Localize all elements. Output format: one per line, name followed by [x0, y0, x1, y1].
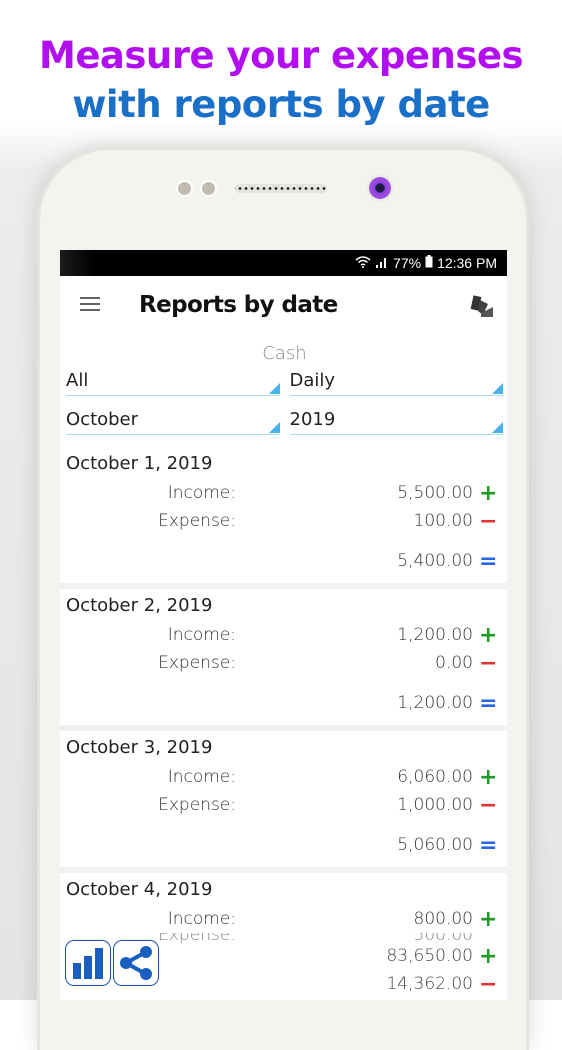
- plus-icon: +: [479, 480, 498, 506]
- promo-headline-line2: with reports by date: [72, 83, 490, 126]
- plus-icon: +: [479, 906, 498, 932]
- balance-value: 5,400.00: [397, 551, 473, 571]
- equals-icon: =: [479, 690, 498, 716]
- signal-icon: [375, 256, 389, 271]
- promo-headline-line1: Measure your expenses: [39, 34, 524, 77]
- report-date: October 3, 2019: [66, 737, 213, 758]
- year-select[interactable]: 2019: [289, 409, 503, 435]
- month-select[interactable]: October: [66, 409, 280, 435]
- income-value: 6,060.00: [397, 767, 473, 787]
- wifi-icon: [355, 255, 371, 271]
- dropdown-triangle-icon: [492, 383, 503, 394]
- filters-panel: Cash All Daily October 2019: [60, 338, 507, 447]
- bar-chart-icon: [73, 948, 103, 979]
- share-icon: [120, 946, 152, 980]
- account-label: Cash: [262, 343, 307, 364]
- report-date: October 1, 2019: [66, 453, 213, 474]
- income-value: 800.00: [413, 909, 473, 929]
- light-sensor-icon: [202, 182, 215, 195]
- income-label: Income:: [167, 909, 236, 929]
- total-expense-value: 14,362.00: [386, 974, 473, 994]
- reports-list: October 1, 2019 Income: 5,500.00 + Expense…: [60, 447, 507, 1000]
- expense-value: 0.00: [435, 653, 473, 673]
- proximity-sensor-icon: [178, 182, 191, 195]
- report-card[interactable]: October 1, 2019 Income: 5,500.00 + Expense…: [60, 447, 507, 583]
- expense-label: Expense:: [158, 511, 236, 531]
- minus-icon: −: [479, 792, 498, 818]
- income-value: 5,500.00: [397, 483, 473, 503]
- plus-icon: +: [479, 764, 498, 790]
- report-card[interactable]: October 2, 2019 Income: 1,200.00 + Expense…: [60, 589, 507, 725]
- front-camera-icon: [369, 177, 391, 199]
- dropdown-triangle-icon: [268, 383, 280, 394]
- totals-summary: 83,650.00 + 14,362.00−: [277, 942, 497, 998]
- chart-button[interactable]: [65, 940, 111, 986]
- month-value: October: [66, 409, 139, 430]
- equals-icon: =: [479, 832, 498, 858]
- expense-value: 100.00: [413, 511, 473, 531]
- dropdown-triangle-icon: [492, 422, 503, 433]
- minus-icon: −: [479, 508, 498, 534]
- income-value: 1,200.00: [397, 625, 473, 645]
- battery-percent: 77%: [393, 255, 422, 271]
- expense-label: Expense:: [158, 653, 236, 673]
- equals-icon: =: [479, 548, 498, 574]
- income-label: Income:: [167, 483, 236, 503]
- page-title: Reports by date: [139, 292, 338, 318]
- report-date: October 4, 2019: [66, 879, 213, 900]
- total-income-value: 83,650.00: [386, 946, 473, 966]
- period-value: Daily: [289, 370, 336, 391]
- minus-icon: −: [479, 650, 498, 676]
- report-card[interactable]: October 3, 2019 Income: 6,060.00 + Expense…: [60, 731, 507, 867]
- balance-value: 5,060.00: [397, 835, 473, 855]
- clock: 12:36 PM: [437, 255, 497, 271]
- expense-label: Expense:: [158, 795, 236, 815]
- expense-value: 1,000.00: [397, 795, 473, 815]
- income-label: Income:: [167, 767, 236, 787]
- income-label: Income:: [167, 625, 236, 645]
- report-date: October 2, 2019: [66, 595, 213, 616]
- period-select[interactable]: Daily: [289, 370, 503, 396]
- app-bar: Reports by date: [60, 276, 507, 338]
- category-select[interactable]: All: [66, 370, 280, 396]
- status-bar: 77% 12:36 PM: [60, 250, 507, 276]
- app-screen: 77% 12:36 PM Reports by date Cash All Da…: [60, 250, 507, 1000]
- year-value: 2019: [289, 409, 336, 430]
- battery-icon: [425, 255, 433, 271]
- share-button[interactable]: [113, 940, 159, 986]
- category-value: All: [66, 370, 89, 391]
- minus-icon: −: [479, 971, 498, 997]
- plus-icon: +: [479, 622, 498, 648]
- earpiece-speaker-icon: [235, 184, 327, 193]
- cards-icon[interactable]: [469, 293, 495, 319]
- balance-value: 1,200.00: [397, 693, 473, 713]
- dropdown-triangle-icon: [268, 422, 280, 433]
- plus-icon: +: [479, 943, 498, 969]
- hamburger-menu-icon[interactable]: [80, 297, 100, 311]
